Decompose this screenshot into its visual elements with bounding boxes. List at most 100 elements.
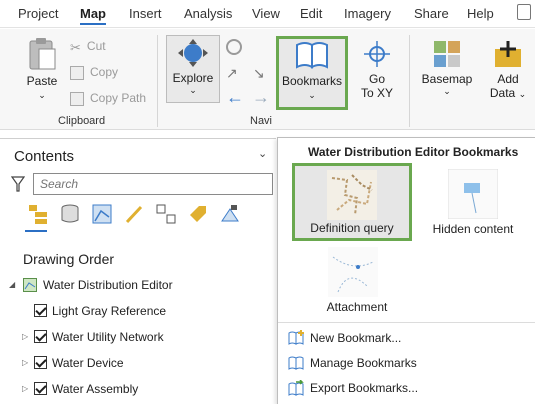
layer-visibility-checkbox[interactable] [34, 304, 47, 317]
bookmarks-menu-title: Water Distribution Editor Bookmarks [308, 145, 519, 159]
data-label: Data ⌄ [489, 86, 527, 100]
bookmarks-book-icon [296, 42, 328, 69]
map-icon [23, 278, 37, 292]
previous-extent-icon[interactable]: ← [226, 87, 244, 108]
search-input[interactable] [34, 174, 272, 194]
ribbon-separator [157, 35, 158, 127]
bookmark-hidden-content[interactable]: Hidden content [428, 166, 518, 240]
expand-arrow-icon[interactable]: ▷ [22, 332, 28, 341]
pane-options-chevron-icon[interactable]: ⌄ [258, 147, 267, 160]
tab-view[interactable]: View [252, 6, 280, 21]
next-extent-icon[interactable]: → [252, 87, 270, 108]
tab-imagery[interactable]: Imagery [344, 6, 391, 21]
go-to-label: Go [368, 72, 385, 86]
globe-icon[interactable] [226, 39, 242, 55]
window-restore-icon[interactable] [517, 4, 531, 20]
search-box[interactable] [33, 173, 273, 195]
list-by-selection-icon[interactable] [91, 203, 113, 225]
list-by-drawing-order-icon[interactable] [27, 203, 49, 225]
export-bookmarks-icon [288, 380, 304, 396]
new-bookmark-menu-item[interactable]: New Bookmark... [284, 327, 529, 349]
zoom-in-fixed-icon[interactable]: ↗ [226, 65, 238, 82]
collapse-arrow-icon[interactable]: ◢ [9, 280, 15, 289]
tab-share[interactable]: Share [414, 6, 449, 21]
filter-icon[interactable] [11, 176, 25, 192]
explore-button[interactable]: Explore ⌄ [166, 35, 220, 103]
layer-visibility-checkbox[interactable] [34, 382, 47, 395]
basemap-icon [434, 41, 460, 67]
bookmark-label: Hidden content [432, 222, 514, 236]
new-bookmark-icon [288, 330, 304, 345]
chevron-down-icon: ⌄ [518, 89, 527, 99]
manage-bookmarks-menu-item[interactable]: Manage Bookmarks [284, 352, 529, 374]
bookmark-definition-query[interactable]: Definition query [292, 163, 412, 241]
menu-item-label: Manage Bookmarks [310, 356, 417, 370]
paste-button[interactable]: Paste ⌄ [22, 37, 62, 101]
layer-row[interactable]: ▷ Water Utility Network [0, 327, 276, 349]
list-by-editing-icon[interactable] [123, 203, 145, 225]
paste-icon [29, 38, 56, 70]
to-xy-label: To XY [360, 86, 393, 100]
add-data-icon [495, 41, 521, 67]
basemap-button[interactable]: Basemap ⌄ [420, 39, 474, 97]
navigate-group-label: Navi [250, 115, 273, 127]
crosshair-icon [364, 41, 390, 67]
add-label: Add [497, 72, 519, 86]
layer-name: Water Utility Network [52, 330, 164, 344]
list-by-labeling-icon[interactable] [187, 203, 209, 225]
export-bookmarks-menu-item[interactable]: Export Bookmarks... [284, 377, 529, 399]
cut-button[interactable]: ✂ Cut [70, 39, 106, 55]
tab-project[interactable]: Project [18, 6, 58, 21]
cut-label: Cut [86, 39, 106, 53]
bookmark-thumbnail [327, 170, 377, 220]
map-row[interactable]: ◢ Water Distribution Editor [0, 275, 276, 297]
ribbon: Paste ⌄ ✂ Cut Copy Copy Path Clipboard Ex… [0, 29, 535, 130]
chevron-down-icon: ⌄ [189, 85, 197, 95]
contents-pane: Contents ⌄ Search Drawing Order ◢ Water … [0, 138, 276, 404]
clipboard-group-label: Clipboard [58, 115, 106, 127]
add-data-button[interactable]: Add Data ⌄ [484, 39, 532, 100]
active-view-indicator [25, 230, 47, 232]
bookmark-thumbnail [448, 169, 498, 219]
list-by-source-icon[interactable] [59, 203, 81, 225]
map-name: Water Distribution Editor [43, 278, 173, 292]
contents-title: Contents [14, 148, 75, 165]
bookmark-attachment[interactable]: Attachment [312, 244, 402, 318]
tab-edit[interactable]: Edit [300, 6, 322, 21]
tab-map[interactable]: Map [80, 6, 106, 25]
ribbon-separator [409, 35, 410, 127]
menu-item-label: New Bookmark... [310, 331, 402, 345]
layer-visibility-checkbox[interactable] [34, 330, 47, 343]
copy-label: Copy [90, 65, 119, 79]
bookmarks-button[interactable]: Bookmarks ⌄ [276, 36, 348, 110]
go-to-xy-button[interactable]: Go To XY [355, 39, 399, 100]
layer-visibility-checkbox[interactable] [34, 356, 47, 369]
layer-row[interactable]: ▷ Water Device [0, 353, 276, 375]
expand-arrow-icon[interactable]: ▷ [22, 384, 28, 393]
manage-bookmarks-icon [288, 356, 304, 370]
bookmarks-dropdown: Water Distribution Editor Bookmarks Defi… [277, 137, 535, 404]
explore-icon [178, 39, 208, 67]
expand-arrow-icon[interactable]: ▷ [22, 358, 28, 367]
layer-row[interactable]: ▷ Water Assembly [0, 379, 276, 401]
copy-button[interactable]: Copy [70, 65, 118, 80]
list-by-snapping-icon[interactable] [155, 203, 177, 225]
tab-analysis[interactable]: Analysis [184, 6, 232, 21]
chevron-down-icon: ⌄ [308, 90, 316, 100]
chevron-down-icon: ⌄ [38, 90, 46, 100]
drawing-order-heading: Drawing Order [23, 251, 115, 267]
copy-path-button[interactable]: Copy Path [70, 91, 146, 106]
list-by-perspective-imagery-icon[interactable] [219, 203, 241, 225]
chevron-down-icon: ⌄ [443, 86, 451, 96]
zoom-out-fixed-icon[interactable]: ↘ [253, 65, 265, 82]
copy-path-label: Copy Path [90, 91, 147, 105]
explore-label: Explore [172, 71, 214, 85]
copy-icon [70, 65, 84, 80]
menu-bar: Project Map Insert Analysis View Edit Im… [0, 0, 535, 28]
layer-row[interactable]: Light Gray Reference [0, 301, 276, 323]
layer-name: Water Device [52, 356, 124, 370]
copy-path-icon [70, 91, 84, 106]
tab-insert[interactable]: Insert [129, 6, 162, 21]
layer-name: Water Assembly [52, 382, 139, 396]
tab-help[interactable]: Help [467, 6, 494, 21]
